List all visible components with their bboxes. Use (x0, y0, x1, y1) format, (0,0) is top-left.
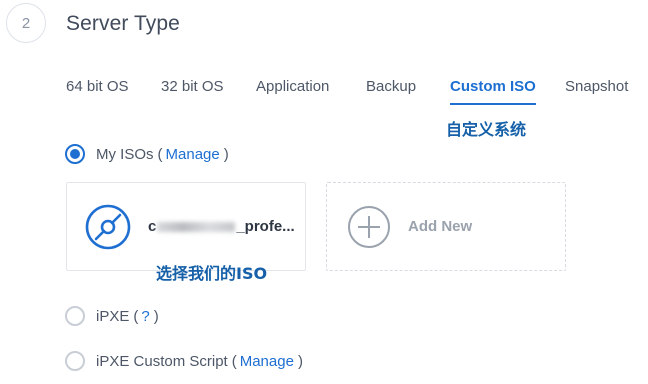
ipxe-label: iPXE (96, 307, 130, 325)
tab-backup[interactable]: Backup (366, 78, 416, 103)
section-title: Server Type (66, 12, 180, 35)
manage-scripts-link[interactable]: Manage (240, 353, 294, 370)
tab-32-bit-os[interactable]: 32 bit OS (161, 78, 224, 103)
paren-close: ) (223, 145, 229, 163)
paren-open: ( (133, 307, 139, 325)
step-number: 2 (21, 14, 31, 32)
iso-name-redacted (157, 222, 236, 233)
iso-name-suffix: _profe... (236, 218, 295, 235)
iso-card[interactable]: c _profe... (66, 182, 306, 271)
tab-custom-iso[interactable]: Custom ISO (450, 78, 536, 105)
tab-application[interactable]: Application (256, 78, 329, 103)
disc-icon (84, 203, 132, 251)
paren-open: ( (157, 145, 163, 163)
iso-name: c _profe... (148, 218, 295, 235)
tab-snapshot[interactable]: Snapshot (565, 78, 628, 103)
step-number-badge: 2 (6, 3, 46, 43)
ipxe-script-label: iPXE Custom Script (96, 352, 228, 370)
ipxe-radio[interactable] (65, 306, 85, 326)
option-ipxe[interactable]: iPXE ( ? ) (65, 306, 159, 326)
my-isos-label: My ISOs (96, 145, 154, 163)
custom-iso-annotation: 自定义系统 (446, 120, 527, 139)
my-isos-radio[interactable] (65, 144, 85, 164)
add-new-label: Add New (408, 218, 473, 235)
ipxe-script-radio[interactable] (65, 351, 85, 371)
ipxe-help-link[interactable]: ? (141, 308, 149, 325)
option-my-isos[interactable]: My ISOs ( Manage ) (65, 144, 229, 164)
paren-open: ( (231, 352, 237, 370)
iso-name-prefix: c (148, 218, 157, 235)
plus-circle-icon (347, 205, 391, 249)
manage-isos-link[interactable]: Manage (166, 146, 220, 163)
paren-close: ) (153, 307, 159, 325)
add-new-iso-card[interactable]: Add New (326, 182, 566, 271)
tab-64-bit-os[interactable]: 64 bit OS (66, 78, 129, 103)
option-ipxe-custom-script[interactable]: iPXE Custom Script ( Manage ) (65, 351, 303, 371)
select-iso-annotation: 选择我们的ISO (156, 264, 268, 283)
paren-close: ) (297, 352, 303, 370)
